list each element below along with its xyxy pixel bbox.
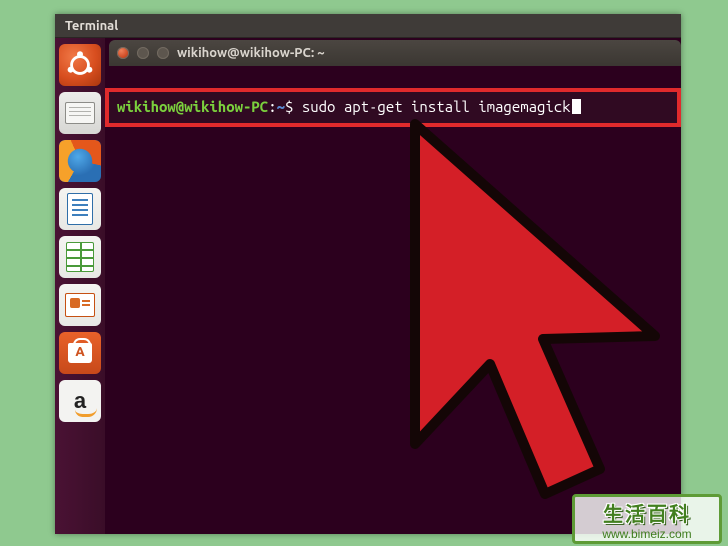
site-watermark: 生活百科 www.bimeiz.com — [572, 494, 722, 544]
libreoffice-writer-icon[interactable] — [59, 188, 101, 230]
file-manager-glyph — [65, 102, 95, 124]
amazon-icon[interactable]: a — [59, 380, 101, 422]
giant-cursor-icon — [375, 114, 675, 514]
watermark-title: 生活百科 — [603, 498, 691, 527]
desktop-screen: Terminal a — [55, 14, 681, 534]
ubuntu-logo-icon — [65, 50, 95, 80]
menubar-app-name: Terminal — [65, 19, 118, 33]
shopping-bag-glyph — [68, 343, 92, 363]
terminal-window[interactable]: wikihow@wikihow-PC: ~ wikihow@wikihow-PC… — [105, 38, 681, 66]
window-title: wikihow@wikihow-PC: ~ — [177, 46, 325, 60]
unity-launcher: a — [55, 38, 105, 534]
dash-icon[interactable] — [59, 44, 101, 86]
spreadsheet-glyph — [66, 242, 94, 272]
ubuntu-software-icon[interactable] — [59, 332, 101, 374]
amazon-glyph: a — [74, 388, 86, 414]
watermark-url: www.bimeiz.com — [602, 527, 691, 541]
terminal-prompt-line[interactable]: wikihow@wikihow-PC:~$ sudo apt-get insta… — [117, 98, 669, 115]
presentation-glyph — [65, 293, 95, 317]
prompt-path: ~ — [277, 98, 285, 115]
maximize-icon[interactable] — [157, 47, 169, 59]
prompt-userhost: wikihow@wikihow-PC — [117, 98, 268, 115]
text-cursor — [572, 99, 581, 114]
minimize-icon[interactable] — [137, 47, 149, 59]
prompt-sep: : — [268, 98, 276, 115]
window-titlebar[interactable]: wikihow@wikihow-PC: ~ — [109, 40, 681, 66]
libreoffice-impress-icon[interactable] — [59, 284, 101, 326]
command-highlight: wikihow@wikihow-PC:~$ sudo apt-get insta… — [105, 88, 681, 127]
prompt-symbol: $ — [285, 98, 293, 115]
top-menubar: Terminal — [55, 14, 681, 38]
libreoffice-calc-icon[interactable] — [59, 236, 101, 278]
close-icon[interactable] — [117, 47, 129, 59]
typed-command: sudo apt-get install imagemagick — [302, 98, 571, 115]
files-icon[interactable] — [59, 92, 101, 134]
firefox-icon[interactable] — [59, 140, 101, 182]
document-glyph — [67, 193, 93, 225]
